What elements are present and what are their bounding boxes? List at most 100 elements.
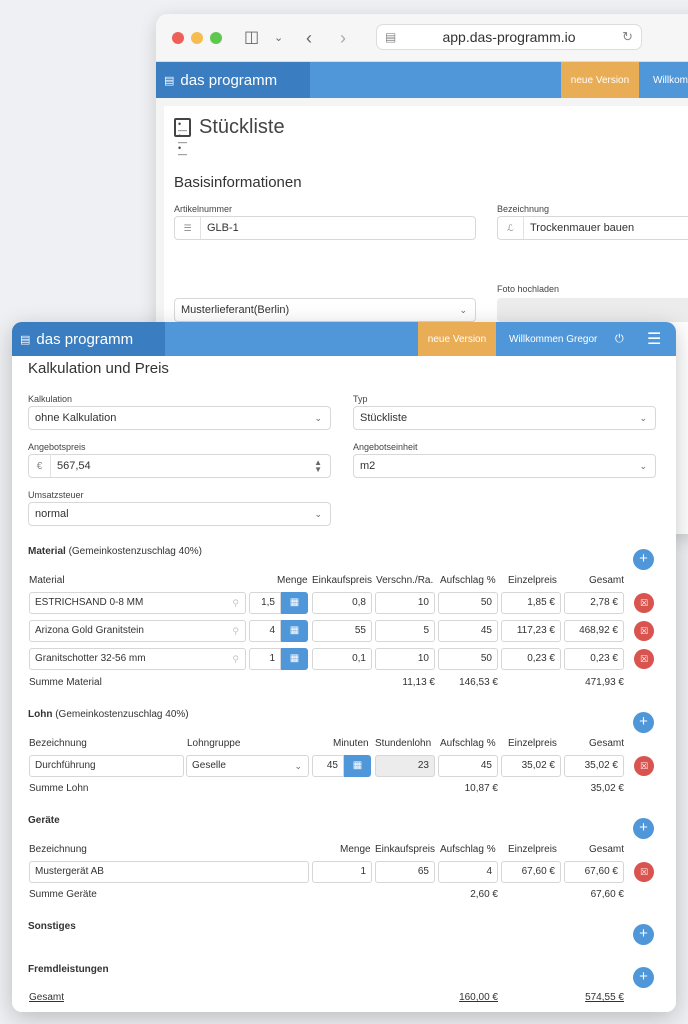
menge-input[interactable]: 1: [312, 861, 372, 883]
chevron-down-icon[interactable]: ⌄: [274, 26, 283, 50]
minuten-input[interactable]: 45: [312, 755, 344, 777]
col-aufschlag: Aufschlag %: [440, 738, 496, 749]
summe-geraete-aufschlag: 2,60 €: [470, 889, 498, 900]
kalkulation-select[interactable]: ohne Kalkulation ⌄: [28, 406, 331, 430]
bezeichnung-input[interactable]: ℒ Trockenmauer bauen: [497, 216, 688, 240]
welcome-menu[interactable]: Willkommen Gregor: [509, 322, 597, 356]
col-einkaufspreis: Einkaufspreis: [375, 844, 436, 855]
material-name-input[interactable]: Granitschotter 32-56 mm ⚲: [29, 648, 246, 670]
foreground-app-window: ▤ das programm neue Version Willkommen G…: [12, 322, 676, 1012]
address-bar[interactable]: ▤ app.das-programm.io ↻: [376, 24, 642, 50]
typ-select[interactable]: Stückliste ⌄: [353, 406, 656, 430]
verschnitt-input[interactable]: 10: [375, 648, 435, 670]
einkaufspreis-input[interactable]: 55: [312, 620, 372, 642]
material-section-heading: Material (Gemeinkostenzuschlag 40%): [28, 546, 202, 557]
lohngruppe-select[interactable]: Geselle ⌄: [186, 755, 309, 777]
trash-icon[interactable]: ☒: [634, 621, 654, 641]
calculator-icon[interactable]: ▦: [281, 592, 308, 614]
col-einzelpreis: Einzelpreis: [508, 738, 557, 749]
back-icon[interactable]: ‹: [306, 26, 312, 50]
menge-input[interactable]: 1,5: [249, 592, 281, 614]
section-title: Kalkulation und Preis: [28, 360, 169, 377]
col-gesamt: Gesamt: [589, 738, 625, 749]
aufschlag-input[interactable]: 50: [438, 648, 498, 670]
gesamt-value: 35,02 €: [564, 755, 624, 777]
app-header: ▤ das programm neue Version Willkommen G…: [12, 322, 676, 356]
einkaufspreis-input[interactable]: 0,8: [312, 592, 372, 614]
gesamt-value: 67,60 €: [564, 861, 624, 883]
chevron-down-icon: ⌄: [294, 761, 302, 771]
euro-icon: €: [29, 455, 51, 477]
hamburger-menu-icon[interactable]: ☰: [647, 322, 661, 356]
trash-icon[interactable]: ☒: [634, 862, 654, 882]
new-version-button[interactable]: neue Version: [561, 62, 639, 98]
add-geraet-button[interactable]: +: [633, 818, 654, 839]
trash-icon[interactable]: ☒: [634, 649, 654, 669]
menge-input[interactable]: 1: [249, 648, 281, 670]
list-icon: •— •— •—: [174, 118, 191, 159]
angebotseinheit-select[interactable]: m2 ⌄: [353, 454, 656, 478]
foto-upload[interactable]: [497, 298, 688, 322]
forward-icon[interactable]: ›: [340, 26, 346, 50]
add-sonstiges-button[interactable]: +: [633, 924, 654, 945]
menge-input[interactable]: 4: [249, 620, 281, 642]
calculator-icon[interactable]: ▦: [281, 620, 308, 642]
verschnitt-input[interactable]: 5: [375, 620, 435, 642]
verschnitt-input[interactable]: 10: [375, 592, 435, 614]
sonstiges-section-heading: Sonstiges: [28, 921, 76, 932]
brand-logo[interactable]: ▤ das programm: [156, 62, 310, 98]
new-version-button[interactable]: neue Version: [418, 322, 496, 356]
search-icon: ⚲: [232, 654, 239, 664]
stundenlohn-value: 23: [375, 755, 435, 777]
minimize-window-button[interactable]: [191, 32, 203, 44]
add-material-button[interactable]: +: [633, 549, 654, 570]
foto-label: Foto hochladen: [497, 284, 560, 294]
close-window-button[interactable]: [172, 32, 184, 44]
material-name-input[interactable]: ESTRICHSAND 0-8 MM ⚲: [29, 592, 246, 614]
calculator-icon[interactable]: ▦: [344, 755, 371, 777]
lieferant-select[interactable]: Musterlieferant(Berlin) ⌄: [174, 298, 476, 322]
browser-chrome: ◫ ⌄ ‹ › ▤ app.das-programm.io ↻: [156, 14, 688, 62]
sidebar-toggle-icon[interactable]: ◫: [244, 26, 259, 50]
summe-material-aufschlag: 146,53 €: [459, 677, 498, 688]
umsatzsteuer-select[interactable]: normal ⌄: [28, 502, 331, 526]
trash-icon[interactable]: ☒: [634, 756, 654, 776]
tag-icon: ℒ: [498, 217, 524, 239]
trash-icon[interactable]: ☒: [634, 593, 654, 613]
number-spinner-icon[interactable]: ▲ ▼: [314, 459, 330, 474]
gesamt-aufschlag: 160,00 €: [459, 992, 498, 1003]
maximize-window-button[interactable]: [210, 32, 222, 44]
einzelpreis-value: 0,23 €: [501, 648, 561, 670]
lohn-section-heading: Lohn (Gemeinkostenzuschlag 40%): [28, 709, 189, 720]
artikelnummer-input[interactable]: ☰ GLB-1: [174, 216, 476, 240]
einkaufspreis-input[interactable]: 0,1: [312, 648, 372, 670]
power-icon[interactable]: ⏻: [615, 322, 624, 356]
welcome-menu[interactable]: Willkomm: [653, 62, 688, 98]
col-stundenlohn: Stundenlohn: [375, 738, 432, 749]
einkaufspreis-input[interactable]: 65: [375, 861, 435, 883]
col-minuten: Minuten: [333, 738, 369, 749]
angebotspreis-input[interactable]: € 567,54 ▲ ▼: [28, 454, 331, 478]
geraet-name-input[interactable]: Mustergerät AB: [29, 861, 309, 883]
search-icon: ⚲: [232, 626, 239, 636]
lohn-name-input[interactable]: Durchführung: [29, 755, 184, 777]
brand-logo[interactable]: ▤ das programm: [12, 322, 165, 356]
app-header: ▤ das programm neue Version Willkomm: [156, 62, 688, 98]
calculation-panel: Kalkulation und Preis Kalkulation ohne K…: [12, 356, 676, 1012]
col-verschnitt: Verschn./Ra.: [376, 575, 434, 586]
aufschlag-input[interactable]: 45: [438, 620, 498, 642]
col-gesamt: Gesamt: [589, 575, 625, 586]
einzelpreis-value: 1,85 €: [501, 592, 561, 614]
material-name-input[interactable]: Arizona Gold Granitstein ⚲: [29, 620, 246, 642]
reload-icon[interactable]: ↻: [622, 25, 633, 49]
chevron-down-icon: ⌄: [459, 304, 467, 315]
add-lohn-button[interactable]: +: [633, 712, 654, 733]
calculator-icon[interactable]: ▦: [281, 648, 308, 670]
aufschlag-input[interactable]: 4: [438, 861, 498, 883]
add-fremdleistung-button[interactable]: +: [633, 967, 654, 988]
umsatzsteuer-label: Umsatzsteuer: [28, 490, 84, 500]
einzelpreis-value: 35,02 €: [501, 755, 561, 777]
aufschlag-input[interactable]: 45: [438, 755, 498, 777]
aufschlag-input[interactable]: 50: [438, 592, 498, 614]
col-einkaufspreis: Einkaufspreis: [312, 575, 373, 586]
